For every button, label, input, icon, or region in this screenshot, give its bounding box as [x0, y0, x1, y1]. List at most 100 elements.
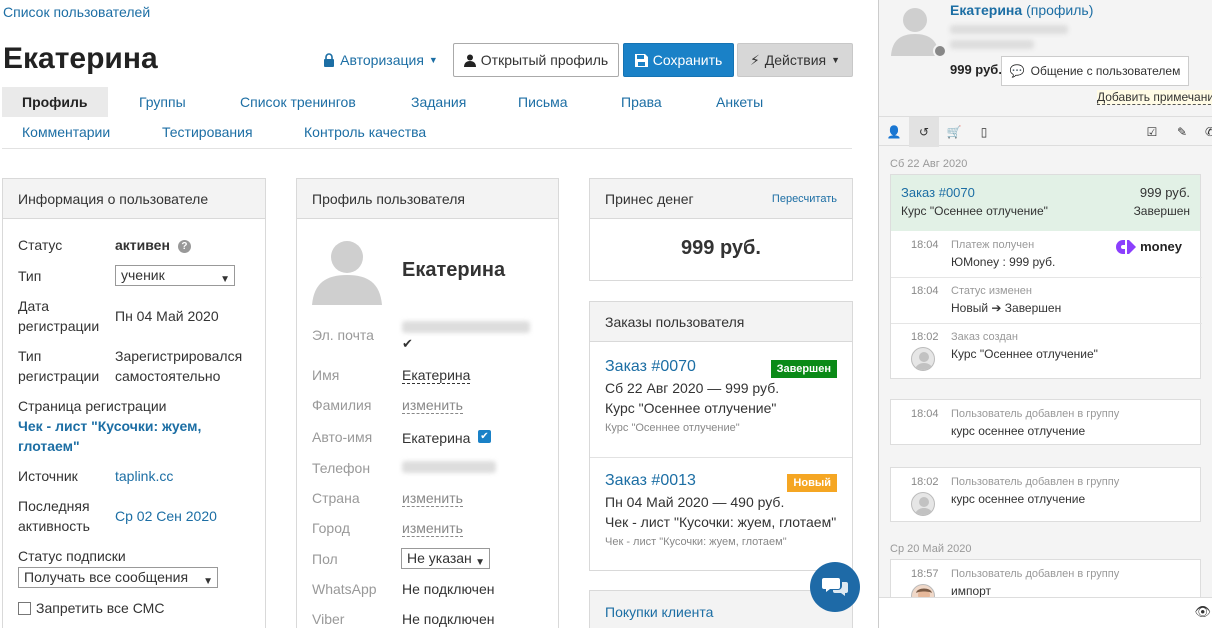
- reg-date-label-1: Дата: [18, 298, 50, 314]
- order-link[interactable]: Заказ #0013: [605, 472, 696, 489]
- tab-testing[interactable]: Тестирования: [162, 117, 253, 147]
- cart-icon[interactable]: 🛒: [939, 117, 969, 147]
- group-event-card: 18:04 Пользователь добавлен в группу кур…: [890, 399, 1201, 445]
- source-link[interactable]: taplink.cc: [115, 466, 173, 486]
- whatsapp-value: Не подключен: [402, 581, 495, 597]
- purchases-header-link[interactable]: Покупки клиента: [605, 604, 713, 620]
- actions-dropdown-button[interactable]: ⚡ Действия ▼: [737, 43, 853, 77]
- event-time: 18:02: [911, 476, 939, 488]
- order-offer: Курс "Осеннее отлучение": [605, 422, 740, 434]
- event-text: курс осеннее отлучение: [951, 492, 1086, 506]
- chevron-down-icon: ▼: [203, 576, 213, 587]
- orders-divider: [590, 457, 852, 458]
- tab-rights[interactable]: Права: [621, 87, 662, 117]
- tab-surveys[interactable]: Анкеты: [716, 87, 763, 117]
- type-select-value: ученик: [121, 267, 165, 283]
- order-link[interactable]: Заказ #0070: [605, 358, 696, 375]
- sms-checkbox[interactable]: [18, 601, 31, 615]
- mobile-icon[interactable]: ▯: [969, 117, 999, 147]
- city-label: Город: [312, 520, 350, 536]
- money-panel: Принес денег Пересчитать 999 руб.: [589, 178, 853, 281]
- auth-dropdown-button[interactable]: Авторизация ▼: [318, 43, 443, 77]
- sidebar-amount: 999 руб.: [950, 62, 1002, 77]
- status-text: активен: [115, 237, 170, 253]
- recalculate-link[interactable]: Пересчитать: [772, 179, 837, 219]
- tab-profile[interactable]: Профиль: [2, 87, 108, 117]
- checkbox-icon[interactable]: ☑: [1137, 117, 1167, 147]
- reg-page-link-2[interactable]: глотаем": [18, 436, 80, 456]
- profile-header: Профиль пользователя: [297, 179, 558, 219]
- actions-label: Действия: [764, 52, 827, 68]
- country-change-link[interactable]: изменить: [402, 490, 463, 507]
- order-history-card: Заказ #0070 999 руб. Курс "Осеннее отлуч…: [890, 174, 1202, 379]
- caret-down-icon: ▼: [831, 55, 841, 65]
- gender-select-value: Не указан: [407, 550, 472, 566]
- save-button[interactable]: Сохранить: [623, 43, 734, 77]
- eye-icon[interactable]: 👁: [1194, 604, 1211, 620]
- event-title: Пользователь добавлен в группу: [951, 568, 1120, 580]
- gender-select[interactable]: Не указан ▼: [401, 548, 490, 569]
- event-avatar: [911, 492, 935, 516]
- gender-label: Пол: [312, 551, 338, 567]
- chat-icon: [822, 578, 848, 596]
- history-icon[interactable]: ↺: [909, 117, 939, 147]
- phone-value-blurred: [402, 461, 496, 473]
- status-badge: Новый: [787, 474, 837, 492]
- sms-label: Запретить все СМС: [36, 600, 165, 616]
- online-status-dot: [933, 44, 947, 58]
- order-date-amount: Пн 04 Май 2020 — 490 руб.: [605, 494, 785, 510]
- tabs-divider: [2, 148, 852, 149]
- subscription-label: Статус подписки: [18, 548, 126, 564]
- sidebar-order-status: Завершен: [1133, 204, 1190, 218]
- auto-name-checkbox[interactable]: ✔: [478, 430, 491, 443]
- breadcrumb[interactable]: Список пользователей: [3, 4, 150, 20]
- tab-tasks[interactable]: Задания: [411, 87, 466, 117]
- event-title: Статус изменен: [951, 285, 1032, 297]
- tabs-row-1: Профиль Группы Список тренингов Задания …: [2, 87, 862, 117]
- main-area: Список пользователей Екатерина Авторизац…: [0, 0, 880, 628]
- phone-label: Телефон: [312, 460, 371, 476]
- order-date-amount: Сб 22 Авг 2020 — 999 руб.: [605, 380, 780, 396]
- viber-label: Viber: [312, 611, 345, 627]
- group-event-card: 18:02 Пользователь добавлен в группу кур…: [890, 467, 1201, 522]
- last-activity-link[interactable]: Ср 02 Сен 2020: [115, 506, 217, 526]
- bolt-icon: ⚡: [749, 51, 760, 68]
- first-name-value[interactable]: Екатерина: [402, 367, 471, 384]
- type-select[interactable]: ученик ▼: [115, 265, 235, 286]
- chat-with-user-button[interactable]: 💬 Общение с пользователем: [1001, 56, 1189, 86]
- user-icon[interactable]: 👤: [879, 117, 909, 147]
- order-event: 18:02 Заказ создан Курс "Осеннее отлучен…: [891, 323, 1202, 379]
- event-time: 18:04: [911, 408, 939, 420]
- yoomoney-brand-text: money: [1140, 239, 1182, 254]
- sidebar-order-link[interactable]: Заказ #0070: [901, 185, 975, 200]
- tab-comments[interactable]: Комментарии: [22, 117, 110, 147]
- tab-letters[interactable]: Письма: [518, 87, 568, 117]
- status-value: активен?: [115, 235, 191, 255]
- profile-name: Екатерина: [402, 259, 506, 281]
- event-time: 18:04: [911, 239, 939, 251]
- last-name-change-link[interactable]: изменить: [402, 397, 463, 414]
- whatsapp-label: WhatsApp: [312, 581, 377, 597]
- chat-fab-button[interactable]: [810, 562, 860, 612]
- add-note-link[interactable]: Добавить примечание: [1097, 90, 1212, 105]
- reg-page-label: Страница регистрации: [18, 398, 167, 414]
- sms-checkbox-row: Запретить все СМС: [18, 600, 164, 616]
- open-profile-button[interactable]: Открытый профиль: [453, 43, 619, 77]
- sidebar-footer: 👁: [879, 597, 1212, 628]
- city-change-link[interactable]: изменить: [402, 520, 463, 537]
- subscription-select[interactable]: Получать все сообщения ▼: [18, 567, 218, 588]
- status-badge: Завершен: [770, 360, 837, 378]
- tab-groups[interactable]: Группы: [139, 87, 186, 117]
- event-text: курс осеннее отлучение: [951, 424, 1086, 438]
- orders-panel: Заказы пользователя Заказ #0070 Завершен…: [589, 301, 853, 571]
- order-card-header: Заказ #0070 999 руб. Курс "Осеннее отлуч…: [891, 175, 1200, 231]
- tab-trainings[interactable]: Список тренингов: [240, 87, 356, 117]
- phone-icon[interactable]: ✆: [1195, 117, 1212, 147]
- reg-page-link-1[interactable]: Чек - лист "Кусочки: жуем,: [18, 416, 201, 436]
- order-item: Заказ #0070 Завершен Сб 22 Авг 2020 — 99…: [605, 358, 837, 434]
- sidebar-profile-link[interactable]: (профиль): [1026, 2, 1093, 18]
- caret-down-icon: ▼: [428, 55, 438, 65]
- pencil-icon[interactable]: ✎: [1167, 117, 1197, 147]
- tab-quality-control[interactable]: Контроль качества: [304, 117, 426, 147]
- question-icon[interactable]: ?: [177, 240, 191, 253]
